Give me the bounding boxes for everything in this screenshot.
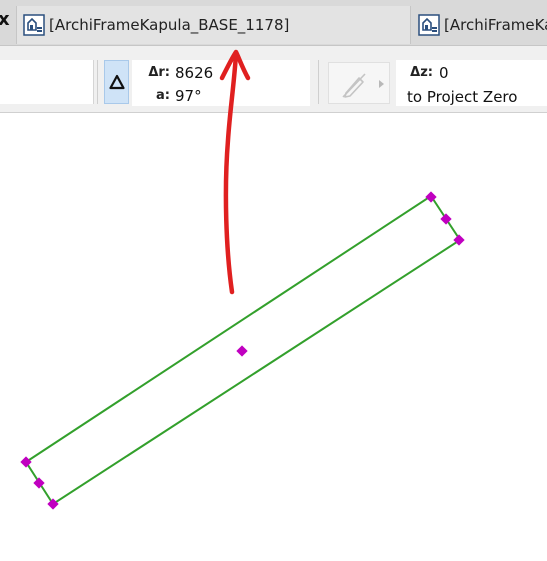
tab-label: [ArchiFrameKapula xyxy=(444,16,547,34)
archicad-view-icon xyxy=(23,14,45,36)
angle-value-field[interactable]: 97° xyxy=(175,87,202,105)
floor-plan-canvas[interactable] xyxy=(0,113,547,561)
z-coordinate-fields: Δz: 0 to Project Zero xyxy=(396,60,547,106)
angle-label: a: xyxy=(156,88,170,103)
dr-value-field[interactable]: 8626 xyxy=(175,64,213,82)
toolbar-divider xyxy=(318,60,319,104)
archicad-window: x [ArchiFrameKapula_BASE_1178] [ArchiFra… xyxy=(0,0,547,561)
reference-level-label[interactable]: to Project Zero xyxy=(407,88,517,106)
toolbar-blank-area xyxy=(0,60,94,104)
hotspot-node[interactable] xyxy=(47,498,59,510)
dz-label: Δz: xyxy=(410,65,433,80)
tab-active[interactable]: [ArchiFrameKapula_BASE_1178] xyxy=(16,6,411,44)
tab-bar: x [ArchiFrameKapula_BASE_1178] [ArchiFra… xyxy=(0,0,547,46)
tab-label: [ArchiFrameKapula_BASE_1178] xyxy=(49,16,290,34)
coordinate-fields: Δr: 8626 a: 97° xyxy=(132,60,310,106)
pen-disabled-icon xyxy=(342,73,384,98)
tracker-toolbar: Δr: 8626 a: 97° Δz: 0 to Project Zero xyxy=(0,46,547,113)
hotspot-node[interactable] xyxy=(20,456,32,468)
archicad-view-icon xyxy=(418,14,440,36)
dz-value-field[interactable]: 0 xyxy=(439,64,449,82)
delta-icon xyxy=(108,74,125,90)
delta-toggle-button[interactable] xyxy=(104,60,129,104)
canvas-drawing xyxy=(20,191,465,510)
tab-inactive[interactable]: [ArchiFrameKapula xyxy=(412,6,547,44)
close-tab-icon[interactable]: x xyxy=(0,10,10,30)
center-hotspot-node[interactable] xyxy=(236,345,248,357)
triangle-right-icon xyxy=(379,80,384,88)
toolbar-divider xyxy=(97,60,98,104)
dr-label: Δr: xyxy=(148,65,170,80)
reference-pen-button[interactable] xyxy=(328,62,390,104)
